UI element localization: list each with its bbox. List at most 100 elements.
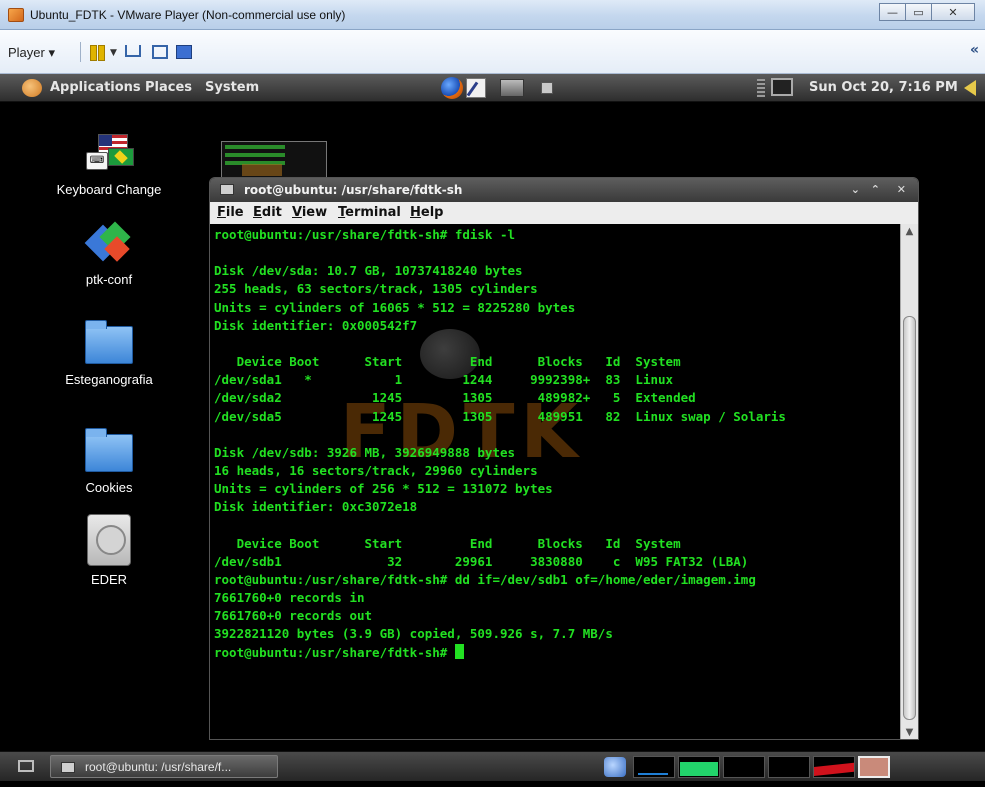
menu-terminal[interactable]: Terminal (338, 205, 401, 220)
terminal-line: 16 heads, 16 sectors/track, 29960 cylind… (214, 463, 538, 479)
terminal-line: Device Boot Start End Blocks Id System (236, 535, 681, 551)
vmware-titlebar: Ubuntu_FDTK - VMware Player (Non-commerc… (0, 0, 985, 30)
terminal-output-area[interactable]: FDTK root@ubuntu:/usr/share/fdtk-sh# fdi… (210, 224, 902, 739)
desktop-icon-label: Cookies (85, 480, 133, 495)
terminal-line: root@ubuntu:/usr/share/fdtk-sh# fdisk -l (214, 227, 516, 242)
desktop-icon-esteganografia[interactable]: Esteganografia (49, 320, 169, 387)
desktop-icon-label: Keyboard Change (56, 182, 162, 197)
firefox-launcher-icon[interactable] (441, 77, 463, 99)
terminal-line: root@ubuntu:/usr/share/fdtk-sh# dd if=/d… (214, 571, 756, 587)
folder-icon (85, 428, 133, 472)
minimize-button[interactable]: — (879, 3, 906, 21)
collapse-toolbar-button[interactable]: « (970, 42, 979, 58)
terminal-line: 3922821120 bytes (3.9 GB) copied, 509.92… (214, 626, 613, 642)
scroll-up-icon[interactable]: ▲ (901, 224, 918, 240)
memory-monitor[interactable] (678, 756, 720, 778)
terminal-launcher-icon[interactable] (541, 82, 553, 94)
desktop-icon-label: EDER (90, 572, 128, 587)
terminal-minimize-button[interactable]: ⌄ (851, 183, 860, 196)
desktop-icon-eder[interactable]: EDER (49, 514, 169, 587)
desktop-icon-label: ptk-conf (85, 272, 133, 287)
chevron-down-icon[interactable]: ▼ (110, 48, 117, 58)
terminal-line: Disk /dev/sdb: 3926 MB, 3926949888 bytes (214, 444, 516, 460)
terminal-scrollbar[interactable]: ▲ ▼ (900, 224, 918, 739)
disk-monitor[interactable] (858, 756, 890, 778)
terminal-maximize-button[interactable]: ⌃ (871, 183, 880, 196)
display-icon[interactable] (771, 78, 793, 96)
terminal-icon (61, 762, 75, 773)
menu-system[interactable]: System (205, 80, 259, 95)
terminal-window: root@ubuntu: /usr/share/fdtk-sh ⌄ ⌃ ✕ Fi… (209, 177, 919, 740)
terminal-lines: root@ubuntu:/usr/share/fdtk-sh# fdisk -l… (214, 227, 786, 641)
memory-monitor-fill (680, 762, 718, 776)
terminal-titlebar[interactable]: root@ubuntu: /usr/share/fdtk-sh ⌄ ⌃ ✕ (210, 178, 918, 202)
vmware-logo-icon (8, 8, 24, 22)
menu-file[interactable]: File (217, 205, 244, 220)
terminal-cursor (454, 643, 464, 659)
close-button[interactable]: ✕ (931, 3, 975, 21)
desktop-icon-label: Esteganografia (65, 372, 153, 387)
window-title: Ubuntu_FDTK - VMware Player (Non-commerc… (30, 8, 346, 22)
menu-view[interactable]: View (292, 205, 327, 220)
screenshot-launcher-icon[interactable] (500, 79, 524, 97)
toolbar-separator (80, 42, 81, 62)
window-controls: — ▭ ✕ (879, 3, 975, 21)
ptk-icon (84, 221, 132, 262)
top-panel: Applications Places System Sun Oct 20, 7… (0, 74, 985, 102)
player-menu-button[interactable]: Player ▾ (8, 45, 55, 61)
terminal-menubar: File Edit View Terminal Help (210, 202, 918, 224)
terminal-line: Units = cylinders of 16065 * 512 = 82252… (214, 299, 576, 315)
terminal-line: Device Boot Start End Blocks Id System (236, 354, 681, 370)
terminal-line: /dev/sdb1 32 29961 3830880 c W95 FAT32 (… (214, 553, 749, 569)
terminal-text: root@ubuntu:/usr/share/fdtk-sh# fdisk -l… (214, 226, 786, 662)
desktop-icon-keyboard-change[interactable]: ⌨ Keyboard Change (49, 134, 169, 197)
terminal-line: 7661760+0 records in (214, 590, 365, 606)
terminal-close-button[interactable]: ✕ (897, 183, 906, 196)
menu-places[interactable]: Places (145, 80, 192, 95)
terminal-line: /dev/sda5 1245 1305 489951 82 Linux swap… (214, 408, 786, 424)
cpu-monitor[interactable] (633, 756, 675, 778)
panel-clock[interactable]: Sun Oct 20, 7:16 PM (809, 80, 958, 95)
menu-applications[interactable]: Applications (50, 80, 141, 95)
bottom-panel: root@ubuntu: /usr/share/f... (0, 751, 985, 781)
terminal-line: Disk /dev/sda: 10.7 GB, 10737418240 byte… (214, 263, 523, 279)
network-icon[interactable] (125, 45, 141, 57)
menu-edit[interactable]: Edit (253, 205, 282, 220)
text-editor-launcher-icon[interactable] (466, 78, 486, 98)
load-monitor[interactable] (813, 756, 855, 778)
taskbar-window-button[interactable]: root@ubuntu: /usr/share/f... (50, 755, 278, 778)
fullscreen-icon[interactable] (152, 45, 168, 59)
network-monitor[interactable] (723, 756, 765, 778)
terminal-line: Disk identifier: 0xc3072e18 (214, 499, 418, 515)
keyboard-flags-icon: ⌨ (84, 134, 134, 172)
network-status-icon[interactable] (757, 79, 765, 97)
show-desktop-icon[interactable] (18, 760, 34, 772)
desktop-icon-ptk-conf[interactable]: ptk-conf (49, 221, 169, 287)
volume-icon[interactable] (964, 80, 976, 96)
unity-icon[interactable] (176, 45, 192, 59)
terminal-icon (220, 184, 234, 195)
scroll-down-icon[interactable]: ▼ (901, 725, 918, 739)
folder-icon (85, 320, 133, 364)
terminal-title: root@ubuntu: /usr/share/fdtk-sh (244, 183, 463, 197)
menu-help[interactable]: Help (410, 205, 443, 220)
pause-icon[interactable] (90, 45, 106, 61)
terminal-line: Units = cylinders of 256 * 512 = 131072 … (214, 481, 553, 497)
maximize-button[interactable]: ▭ (905, 3, 932, 21)
vmware-toolbar: Player ▾ ▼ « (0, 30, 985, 74)
terminal-line: 7661760+0 records out (214, 608, 373, 624)
terminal-prompt: root@ubuntu:/usr/share/fdtk-sh# (214, 644, 455, 660)
terminal-line: /dev/sda2 1245 1305 489982+ 5 Extended (214, 390, 696, 406)
guest-screen: Applications Places System Sun Oct 20, 7… (0, 74, 985, 787)
terminal-line: Disk identifier: 0x000542f7 (214, 317, 418, 333)
swap-monitor[interactable] (768, 756, 810, 778)
scrollbar-thumb[interactable] (903, 316, 916, 720)
terminal-line: /dev/sda1 * 1 1244 9992398+ 83 Linux (214, 372, 674, 388)
desktop-icon-cookies[interactable]: Cookies (49, 428, 169, 495)
trash-icon[interactable] (604, 757, 626, 777)
terminal-line: 255 heads, 63 sectors/track, 1305 cylind… (214, 281, 538, 297)
taskbar-window-label: root@ubuntu: /usr/share/f... (85, 760, 232, 774)
distro-logo-icon (22, 79, 42, 97)
hard-drive-icon (87, 514, 131, 566)
load-monitor-fill (814, 762, 854, 776)
